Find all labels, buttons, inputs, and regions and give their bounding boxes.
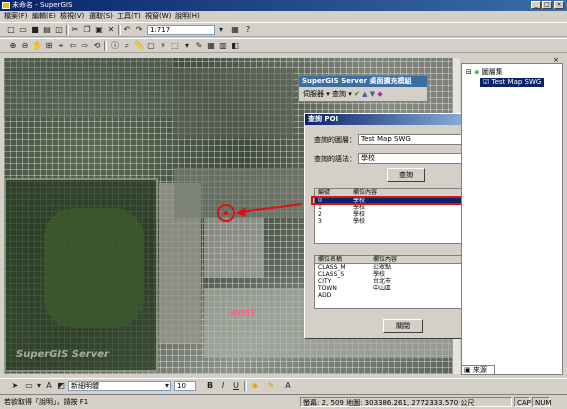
layer-label: 查詢的圖層： [314,136,356,144]
query-label: 查詢的語法： [314,155,356,163]
layer-item[interactable]: ☑ Test Map SWG [480,78,545,87]
menu-help[interactable]: 說明(H) [175,12,200,21]
query-menu[interactable]: 查詢 [332,90,346,98]
chevron-down-icon[interactable]: ▾ [162,381,172,391]
title-bar: 未命名 - SuperGIS _ □ × [0,0,567,11]
full-extent-icon[interactable]: ⊞ [44,41,54,51]
layout-icon[interactable]: ◧ [230,41,240,51]
identify-icon[interactable]: ⓘ [110,41,120,51]
menu-view[interactable]: 檢視(V) [60,12,84,21]
refresh-icon[interactable]: ⟲ [92,41,102,51]
status-help-text: 若欲取得「說明」，請按 F1 [4,398,89,406]
editor-icon[interactable]: ✎ [194,41,204,51]
server-menu[interactable]: 伺服器 [303,90,324,98]
chevron-down-icon[interactable]: ▾ [216,25,226,35]
float-toolbar-title: SuperGIS Server 桌面擴充模組 [299,76,427,87]
underline-button[interactable]: U [231,381,241,391]
redo-icon[interactable]: ↷ [134,25,144,35]
status-caps: CAP [514,397,531,407]
delete-icon[interactable]: ✕ [106,25,116,35]
maximize-button[interactable]: □ [542,1,552,9]
menu-bar: 檔案(F) 編輯(E) 檢視(V) 選取(S) 工具(T) 視窗(W) 說明(H… [0,11,567,22]
menu-file[interactable]: 檔案(F) [4,12,28,21]
select-tool-icon[interactable]: ⬚ [170,41,180,51]
text-tool-icon[interactable]: A [44,381,54,391]
close-button[interactable]: × [554,1,564,9]
chevron-down-icon[interactable]: ▾ [326,90,330,98]
triangle-down-icon[interactable]: ▼ [370,90,375,98]
book-icon[interactable]: ◆ [377,90,382,98]
layer-manager-icon[interactable]: ▦ [230,25,240,35]
print-icon[interactable]: ▤ [42,25,52,35]
graph-icon[interactable]: ▥ [218,41,228,51]
bold-button[interactable]: B [205,381,215,391]
table-icon[interactable]: ▦ [206,41,216,51]
fill-color-icon[interactable]: ◆ [250,381,260,391]
dialog-title: 查詢 POI [308,115,339,123]
font-color-icon[interactable]: A [283,381,293,391]
status-coordinates: 螢幕: 2, 509 地圖: 303386.261, 2772333.570 公… [300,397,512,407]
menu-window[interactable]: 視窗(W) [145,12,171,21]
menu-edit[interactable]: 編輯(E) [32,12,56,21]
back-icon[interactable]: ⇦ [68,41,78,51]
map-toolbar: ⊕ ⊖ ✋ ⊞ ⌖ ⇦ ⇨ ⟲ ⓘ ⌕ 📏 ▢ ⚡ ⬚ ▾ ✎ ▦ ▥ ◧ [0,38,567,53]
source-tab[interactable]: ▣ 來源 [461,365,495,375]
status-num: NUM [532,397,551,407]
query-button[interactable]: 查詢 [387,168,425,182]
check-icon[interactable]: ✔ [354,90,360,98]
italic-button[interactable]: I [218,381,228,391]
paste-icon[interactable]: ▣ [94,25,104,35]
save-icon[interactable]: ■ [30,25,40,35]
collapse-icon[interactable]: ⊟ [466,68,472,76]
menu-tools[interactable]: 工具(T) [117,12,141,21]
font-size-select[interactable]: 10 [174,381,196,391]
preview-icon[interactable]: ◫ [54,25,64,35]
app-icon [2,2,10,9]
find-icon[interactable]: ⌕ [122,41,132,51]
layers-icon: ◈ [474,68,480,76]
status-bar: 若欲取得「說明」，請按 F1 螢幕: 2, 509 地圖: 303386.261… [0,394,567,409]
chevron-down-icon[interactable]: ▾ [182,41,192,51]
undo-icon[interactable]: ↶ [122,25,132,35]
menu-select[interactable]: 選取(S) [89,12,113,21]
drawing-toolbar: ➤ ▭ ▾ A ◩ 新細明體 ▾ 10 B I U ◆ ✎ A [0,378,567,394]
server-extension-toolbar: SuperGIS Server 桌面擴充模組 伺服器 ▾ 查詢 ▾ ✔ ▲ ▼ … [298,75,428,102]
tree-root[interactable]: ⊟ ◈ 圖層集 [466,68,503,77]
measure-icon[interactable]: 📏 [134,41,144,51]
hyperlink-icon[interactable]: ⚡ [158,41,168,51]
triangle-up-icon[interactable]: ▲ [362,90,367,98]
zoom-out-icon[interactable]: ⊖ [20,41,30,51]
tab-icon: ▣ [464,366,471,374]
cut-icon[interactable]: ✂ [70,25,80,35]
help-cursor-icon[interactable]: ? [243,25,253,35]
copy-icon[interactable]: ❐ [82,25,92,35]
fill-icon[interactable]: ◩ [56,381,66,391]
close-dialog-button[interactable]: 關閉 [383,319,423,333]
zoom-in-icon[interactable]: ⊕ [8,41,18,51]
new-file-icon[interactable]: □ [6,25,16,35]
forward-icon[interactable]: ⇨ [80,41,90,51]
select-feature-icon[interactable]: ▢ [146,41,156,51]
pointer-icon[interactable]: ➤ [10,381,20,391]
checkbox-icon[interactable]: ☑ [483,78,489,86]
layers-panel: ⊟ ◈ 圖層集 ☑ Test Map SWG [461,63,563,375]
window-title: 未命名 - SuperGIS [12,1,73,9]
pan-icon[interactable]: ✋ [32,41,42,51]
standard-toolbar: □ ▭ ■ ▤ ◫ ✂ ❐ ▣ ✕ ↶ ↷ 1:717 ▾ ▦ ? [0,22,567,37]
open-folder-icon[interactable]: ▭ [18,25,28,35]
chevron-down-icon[interactable]: ▾ [348,90,352,98]
scale-input[interactable]: 1:717 [147,25,215,35]
rectangle-icon[interactable]: ▭ [24,381,34,391]
fixed-zoom-icon[interactable]: ⌖ [56,41,66,51]
minimize-button[interactable]: _ [531,1,541,9]
line-color-icon[interactable]: ✎ [266,381,276,391]
font-select[interactable]: 新細明體 [68,381,171,391]
chevron-down-icon[interactable]: ▾ [34,381,44,391]
